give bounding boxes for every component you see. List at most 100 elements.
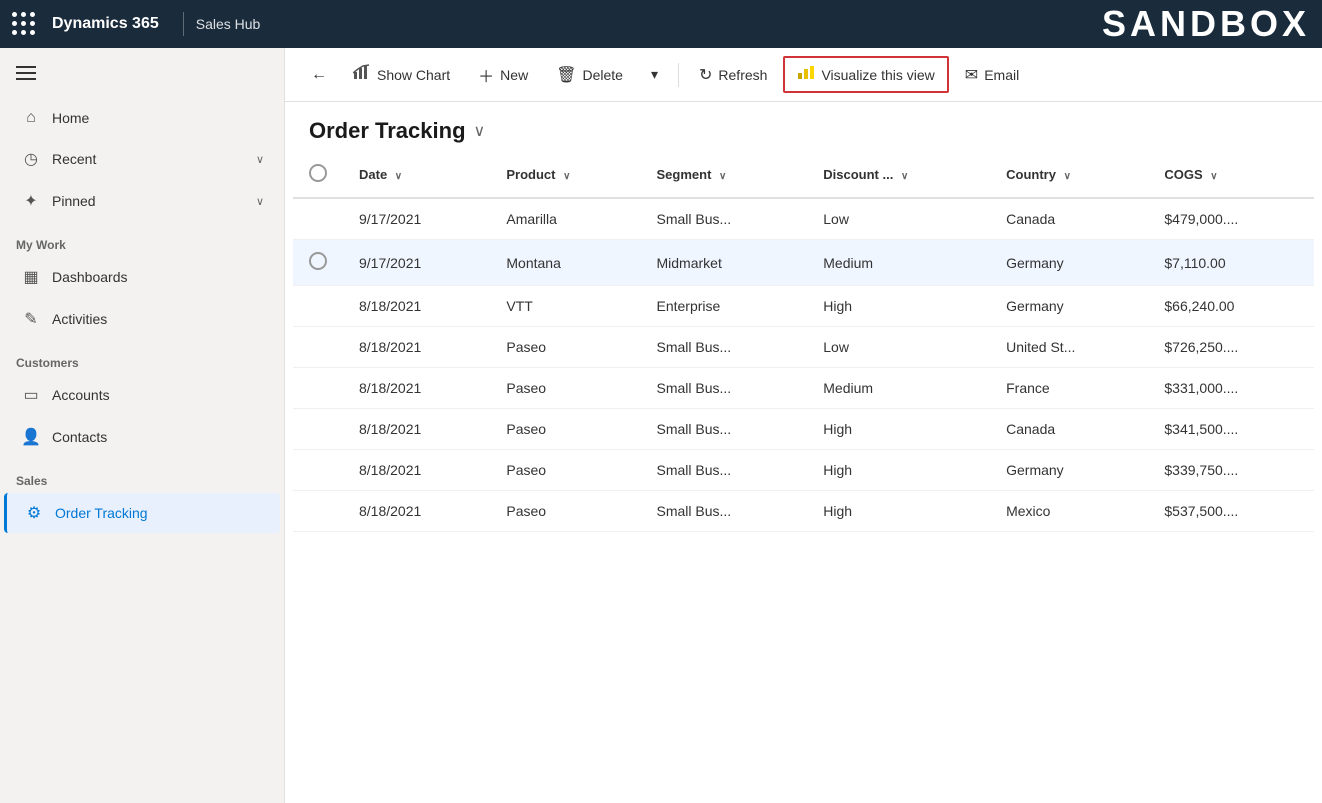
cell-cogs: $726,250.... bbox=[1148, 327, 1314, 368]
row-checkbox[interactable] bbox=[309, 252, 327, 270]
cell-cogs: $66,240.00 bbox=[1148, 286, 1314, 327]
sidebar-item-pinned[interactable]: ✦ Pinned ∨ bbox=[4, 181, 280, 221]
cell-segment: Midmarket bbox=[641, 240, 808, 286]
home-icon: ⌂ bbox=[20, 109, 42, 127]
cell-product[interactable]: VTT bbox=[490, 286, 640, 327]
discount-column-header[interactable]: Discount ... ∨ bbox=[807, 152, 990, 198]
cell-cogs: $341,500.... bbox=[1148, 409, 1314, 450]
page-title-chevron-icon[interactable]: ∨ bbox=[474, 121, 486, 141]
cell-product[interactable]: Montana bbox=[490, 240, 640, 286]
app-launcher-icon[interactable] bbox=[12, 12, 36, 36]
accounts-icon: ▭ bbox=[20, 385, 42, 405]
contacts-icon: 👤 bbox=[20, 427, 42, 447]
cell-date[interactable]: 8/18/2021 bbox=[343, 409, 490, 450]
cell-discount: High bbox=[807, 491, 990, 532]
cell-cogs: $331,000.... bbox=[1148, 368, 1314, 409]
cell-product[interactable]: Paseo bbox=[490, 450, 640, 491]
cell-cogs: $339,750.... bbox=[1148, 450, 1314, 491]
email-button[interactable]: ✉ Email bbox=[953, 59, 1031, 91]
show-chart-button[interactable]: Show Chart bbox=[341, 58, 462, 91]
cell-date[interactable]: 8/18/2021 bbox=[343, 286, 490, 327]
sidebar-dashboards-label: Dashboards bbox=[52, 269, 128, 285]
sidebar-order-tracking-label: Order Tracking bbox=[55, 505, 148, 521]
cell-product[interactable]: Amarilla bbox=[490, 198, 640, 240]
cogs-column-header[interactable]: COGS ∨ bbox=[1148, 152, 1314, 198]
my-work-section-label: My Work bbox=[0, 222, 284, 256]
cell-discount: Low bbox=[807, 327, 990, 368]
sidebar: ⌂ Home ◷ Recent ∨ ✦ Pinned ∨ My Work ▦ D… bbox=[0, 48, 285, 803]
back-button[interactable]: ← bbox=[301, 60, 337, 90]
pinned-icon: ✦ bbox=[20, 191, 42, 211]
table-body: 9/17/2021AmarillaSmall Bus...LowCanada$4… bbox=[293, 198, 1314, 532]
delete-icon: 🗑 bbox=[556, 65, 576, 85]
cell-country: Germany bbox=[990, 240, 1148, 286]
row-checkbox-cell bbox=[293, 327, 343, 368]
sidebar-activities-label: Activities bbox=[52, 311, 107, 327]
cell-discount: High bbox=[807, 286, 990, 327]
cell-product[interactable]: Paseo bbox=[490, 368, 640, 409]
row-checkbox-cell bbox=[293, 286, 343, 327]
discount-sort-icon: ∨ bbox=[901, 171, 908, 182]
cell-segment: Small Bus... bbox=[641, 450, 808, 491]
cell-date[interactable]: 9/17/2021 bbox=[343, 198, 490, 240]
checkbox-header[interactable] bbox=[293, 152, 343, 198]
activities-icon: ✎ bbox=[20, 309, 42, 329]
cell-product[interactable]: Paseo bbox=[490, 409, 640, 450]
refresh-label: Refresh bbox=[718, 67, 767, 83]
delete-button[interactable]: 🗑 Delete bbox=[544, 59, 635, 91]
visualize-button[interactable]: Visualize this view bbox=[783, 56, 948, 93]
cell-cogs: $479,000.... bbox=[1148, 198, 1314, 240]
cell-product[interactable]: Paseo bbox=[490, 491, 640, 532]
country-column-header[interactable]: Country ∨ bbox=[990, 152, 1148, 198]
cell-country: Germany bbox=[990, 286, 1148, 327]
content-area: ← Show Chart ＋ New 🗑 D bbox=[285, 48, 1322, 803]
cell-segment: Small Bus... bbox=[641, 198, 808, 240]
show-chart-icon bbox=[353, 64, 371, 85]
product-sort-icon: ∨ bbox=[563, 171, 570, 182]
sidebar-item-accounts[interactable]: ▭ Accounts bbox=[4, 375, 280, 415]
cogs-sort-icon: ∨ bbox=[1210, 171, 1217, 182]
sidebar-item-order-tracking[interactable]: ⚙ Order Tracking bbox=[4, 493, 280, 533]
sidebar-item-activities[interactable]: ✎ Activities bbox=[4, 299, 280, 339]
table-row: 9/17/2021AmarillaSmall Bus...LowCanada$4… bbox=[293, 198, 1314, 240]
table-header-row: Date ∨ Product ∨ Segment ∨ Discount ... … bbox=[293, 152, 1314, 198]
country-sort-icon: ∨ bbox=[1064, 171, 1071, 182]
table-row: 8/18/2021PaseoSmall Bus...HighGermany$33… bbox=[293, 450, 1314, 491]
sidebar-pinned-label: Pinned bbox=[52, 193, 96, 209]
product-column-header[interactable]: Product ∨ bbox=[490, 152, 640, 198]
cell-date[interactable]: 8/18/2021 bbox=[343, 450, 490, 491]
email-label: Email bbox=[984, 67, 1019, 83]
row-checkbox-cell bbox=[293, 409, 343, 450]
date-column-header[interactable]: Date ∨ bbox=[343, 152, 490, 198]
page-title: Order Tracking bbox=[309, 118, 466, 144]
cell-date[interactable]: 8/18/2021 bbox=[343, 327, 490, 368]
order-tracking-table: Date ∨ Product ∨ Segment ∨ Discount ... … bbox=[293, 152, 1314, 532]
segment-column-header[interactable]: Segment ∨ bbox=[641, 152, 808, 198]
refresh-button[interactable]: ↻ Refresh bbox=[687, 59, 779, 91]
table-row: 8/18/2021PaseoSmall Bus...HighMexico$537… bbox=[293, 491, 1314, 532]
sidebar-item-home[interactable]: ⌂ Home bbox=[4, 99, 280, 137]
page-title-bar: Order Tracking ∨ bbox=[285, 102, 1322, 152]
cell-date[interactable]: 8/18/2021 bbox=[343, 368, 490, 409]
module-title: Sales Hub bbox=[196, 16, 261, 32]
row-checkbox-cell bbox=[293, 240, 343, 286]
show-chart-label: Show Chart bbox=[377, 67, 450, 83]
dropdown-button[interactable]: ▾ bbox=[639, 60, 670, 89]
cell-product[interactable]: Paseo bbox=[490, 327, 640, 368]
select-all-checkbox[interactable] bbox=[309, 164, 327, 182]
cell-discount: Low bbox=[807, 198, 990, 240]
hamburger-button[interactable] bbox=[0, 48, 284, 98]
cell-date[interactable]: 8/18/2021 bbox=[343, 491, 490, 532]
cell-date[interactable]: 9/17/2021 bbox=[343, 240, 490, 286]
sidebar-item-dashboards[interactable]: ▦ Dashboards bbox=[4, 257, 280, 297]
table-row: 8/18/2021PaseoSmall Bus...MediumFrance$3… bbox=[293, 368, 1314, 409]
toolbar: ← Show Chart ＋ New 🗑 D bbox=[285, 48, 1322, 102]
new-button[interactable]: ＋ New bbox=[466, 57, 540, 93]
sidebar-item-contacts[interactable]: 👤 Contacts bbox=[4, 417, 280, 457]
cell-country: France bbox=[990, 368, 1148, 409]
sidebar-item-recent[interactable]: ◷ Recent ∨ bbox=[4, 139, 280, 179]
row-checkbox-cell bbox=[293, 450, 343, 491]
toolbar-divider bbox=[678, 63, 679, 87]
cell-discount: High bbox=[807, 450, 990, 491]
table-row: 9/17/2021MontanaMidmarketMediumGermany$7… bbox=[293, 240, 1314, 286]
